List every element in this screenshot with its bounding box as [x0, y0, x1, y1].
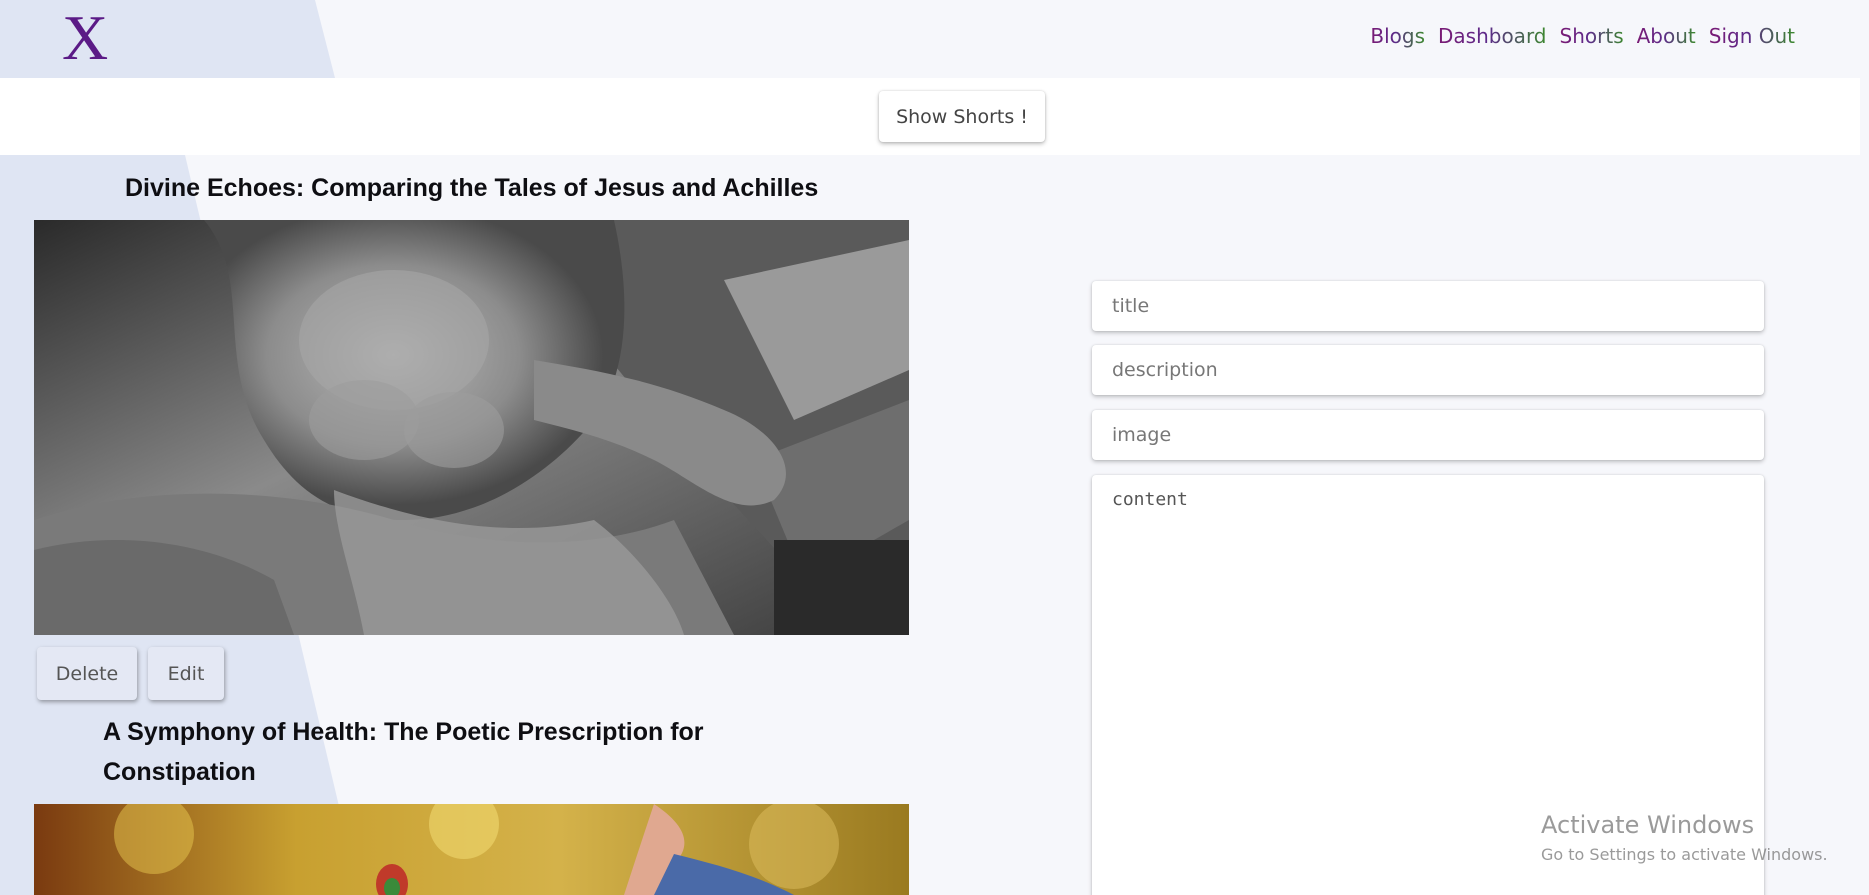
post-image-figure	[34, 804, 909, 895]
nav-dashboard-link[interactable]: Dashboard	[1438, 24, 1547, 48]
post-title: Divine Echoes: Comparing the Tales of Je…	[125, 174, 819, 202]
post-actions: Delete Edit	[37, 647, 224, 700]
page: X Blogs Dashboard Shorts About Sign Out …	[0, 0, 1869, 895]
edit-button[interactable]: Edit	[148, 647, 224, 700]
nav-about-link[interactable]: About	[1637, 24, 1696, 48]
main-nav: Blogs Dashboard Shorts About Sign Out	[1357, 24, 1795, 48]
watermark-title: Activate Windows	[1541, 811, 1755, 839]
nav-sign-out-link[interactable]: Sign Out	[1709, 24, 1795, 48]
title-input[interactable]	[1092, 281, 1764, 331]
delete-button[interactable]: Delete	[37, 647, 137, 700]
nav-blogs-link[interactable]: Blogs	[1370, 24, 1425, 48]
description-input[interactable]	[1092, 345, 1764, 395]
post-title: A Symphony of Health: The Poetic Prescri…	[103, 718, 704, 786]
watermark-subtitle: Go to Settings to activate Windows.	[1541, 845, 1828, 864]
site-logo[interactable]: X	[62, 2, 108, 74]
top-header: X Blogs Dashboard Shorts About Sign Out	[0, 0, 1860, 78]
show-shorts-button[interactable]: Show Shorts !	[879, 91, 1045, 142]
image-input[interactable]	[1092, 410, 1764, 460]
post-image-statue	[34, 220, 909, 635]
nav-shorts-link[interactable]: Shorts	[1560, 24, 1624, 48]
windows-activation-watermark: Activate Windows Go to Settings to activ…	[1541, 810, 1828, 866]
